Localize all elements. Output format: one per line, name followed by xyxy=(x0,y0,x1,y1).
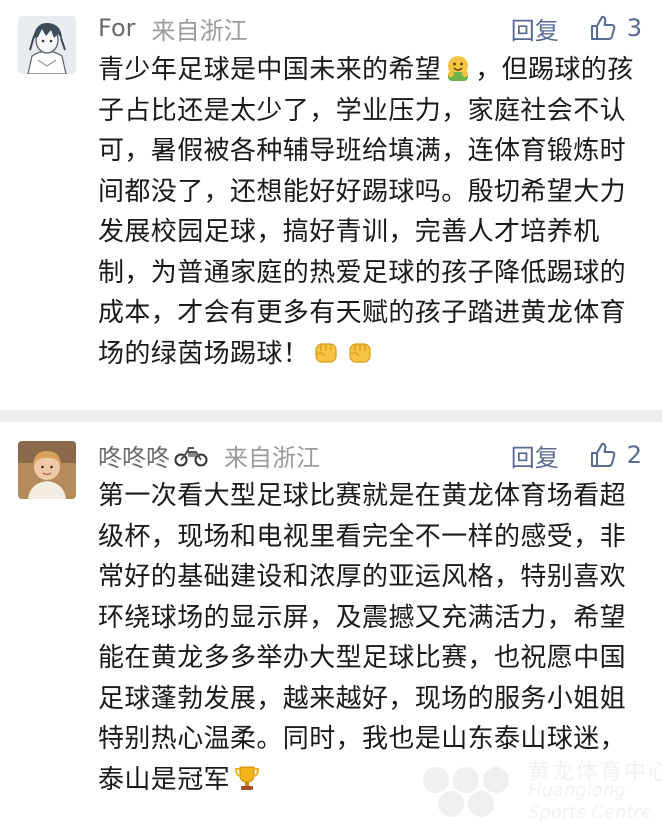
comment-text-part: 青少年足球是中国未来的希望 xyxy=(98,55,442,85)
trophy-icon xyxy=(232,763,262,793)
thumbs-up-icon xyxy=(589,14,617,42)
comment-text: 青少年足球是中国未来的希望 ，但踢球的孩子占比还是太少了，学业压力，家庭社会不认… xyxy=(98,50,638,374)
comment-text-part: 第一次看大型足球比赛就是在黄龙体育场看超级杯，现场和电视里看完全不一样的感受，非… xyxy=(98,481,627,795)
reply-button[interactable]: 回复 xyxy=(511,438,559,473)
location-label: 来自浙江 xyxy=(151,16,248,45)
reply-button[interactable]: 回复 xyxy=(511,11,559,46)
comment-text-part: ，但踢球的孩子占比还是太少了，学业压力，家庭社会不认可，暑假被各种辅导班给填满，… xyxy=(98,55,634,369)
like-button[interactable]: 2 xyxy=(589,441,642,469)
comment-text: 第一次看大型足球比赛就是在黄龙体育场看超级杯，现场和电视里看完全不一样的感受，非… xyxy=(98,476,638,800)
location-label: 来自浙江 xyxy=(224,443,320,472)
motorcycle-icon xyxy=(174,443,208,467)
nickname[interactable]: 咚咚咚 xyxy=(98,438,170,473)
comments-page: For 来自浙江 回复 3 青少年足球是中国未来的希望 ，但踢球的孩子占比还是太… xyxy=(0,0,662,827)
comment-header: For 来自浙江 回复 3 xyxy=(98,10,642,46)
avatar[interactable] xyxy=(18,16,76,74)
comment-separator xyxy=(0,410,662,422)
like-count: 2 xyxy=(626,441,642,469)
avatar[interactable] xyxy=(18,441,76,499)
like-button[interactable]: 3 xyxy=(589,14,642,42)
hugging-face-icon xyxy=(443,53,473,83)
thumbs-up-icon xyxy=(589,441,617,469)
fist-icon xyxy=(311,337,341,367)
like-count: 3 xyxy=(626,14,642,42)
nickname[interactable]: For xyxy=(98,14,136,42)
comment-header: 咚咚咚 来自浙江 回复 2 xyxy=(98,437,642,473)
fist-icon xyxy=(345,337,375,367)
